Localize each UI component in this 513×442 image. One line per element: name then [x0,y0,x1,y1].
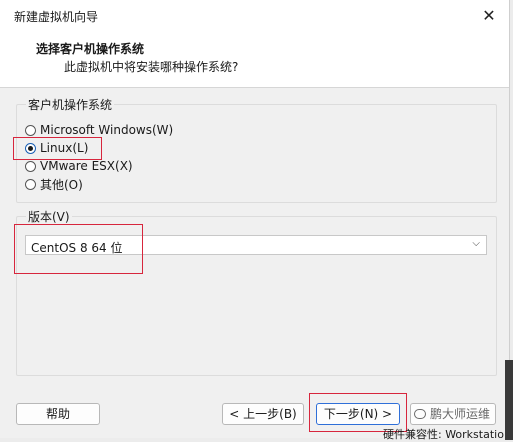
watermark: 鹏大师运维 [414,405,490,422]
radio-windows-label: Microsoft Windows(W) [40,123,174,137]
radio-vmware-esx-label: VMware ESX(X) [40,159,133,173]
page-title: 选择客户机操作系统 [36,42,145,56]
guest-os-group-label: 客户机操作系统 [26,96,115,113]
radio-vmware-esx[interactable]: VMware ESX(X) [25,158,133,174]
chevron-down-icon[interactable]: ⌵ [472,238,480,249]
radio-button[interactable] [25,178,36,190]
page-subtitle: 此虚拟机中将安装哪种操作系统? [64,60,239,74]
title-bar: 新建虚拟机向导 ✕ [0,0,509,32]
back-button[interactable]: < 上一步(B) [222,403,304,425]
help-button[interactable]: 帮助 [16,403,100,425]
radio-windows[interactable]: Microsoft Windows(W) [25,122,173,138]
radio-other-label: 其他(O) [40,177,83,192]
wizard-header: 选择客户机操作系统 此虚拟机中将安装哪种操作系统? [0,32,509,88]
wechat-icon [414,408,426,419]
watermark-text: 鹏大师运维 [430,407,491,421]
radio-button[interactable] [25,124,36,136]
version-group-label: 版本(V) [26,208,72,225]
window-title: 新建虚拟机向导 [14,10,99,24]
background-window-strip [505,360,513,440]
new-vm-wizard-dialog: 新建虚拟机向导 ✕ 选择客户机操作系统 此虚拟机中将安装哪种操作系统? 客户机操… [0,0,510,438]
next-button[interactable]: 下一步(N) > [316,403,400,425]
close-icon[interactable]: ✕ [475,3,503,29]
highlight-box-version [14,224,143,274]
highlight-box-linux [13,137,102,160]
radio-other[interactable]: 其他(O) [25,176,83,192]
radio-button[interactable] [25,160,36,172]
